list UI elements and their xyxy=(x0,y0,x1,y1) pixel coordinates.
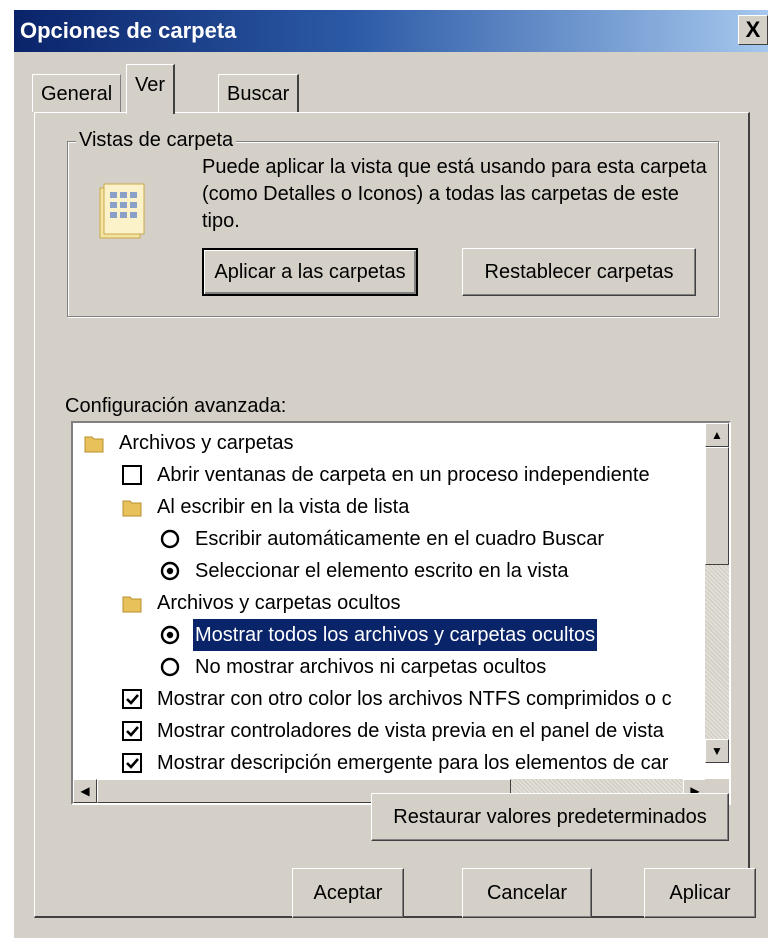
checkbox-unchecked-icon[interactable] xyxy=(121,464,143,486)
tree-row-label: Al escribir en la vista de lista xyxy=(157,496,410,518)
tree-row-label: Mostrar todos los archivos y carpetas oc… xyxy=(191,618,599,652)
view-tab-panel: Vistas de carpeta Puede aplicar la vista… xyxy=(34,112,750,918)
folder-views-description: Puede aplicar la vista que está usando p… xyxy=(202,156,707,232)
scroll-left-button[interactable]: ◀ xyxy=(73,779,97,803)
tree-row-label: Abrir ventanas de carpeta en un proceso … xyxy=(157,464,650,486)
window-title: Opciones de carpeta xyxy=(20,18,237,43)
tree-row-label: Mostrar descripción emergente para los e… xyxy=(157,752,669,774)
tree-row-label: Escribir automáticamente en el cuadro Bu… xyxy=(195,528,605,550)
apply-button[interactable]: Aplicar xyxy=(644,868,756,918)
folder-views-group: Vistas de carpeta Puede aplicar la vista… xyxy=(67,129,719,317)
tree-row-label: Seleccionar el elemento escrito en la vi… xyxy=(195,560,569,582)
ok-button[interactable]: Aceptar xyxy=(292,868,404,918)
folder-view-icon xyxy=(99,183,145,239)
cancel-button[interactable]: Cancelar xyxy=(462,868,592,918)
checkbox-checked-icon[interactable] xyxy=(121,752,143,774)
radio-unselected-icon[interactable] xyxy=(159,528,181,550)
title-bar[interactable]: Opciones de carpeta X xyxy=(14,10,768,52)
tree-row-label: No mostrar archivos ni carpetas ocultos xyxy=(195,656,547,678)
scroll-up-button[interactable]: ▲ xyxy=(705,423,729,447)
checkbox-checked-icon[interactable] xyxy=(121,688,143,710)
advanced-settings-label: Configuración avanzada: xyxy=(65,395,287,417)
vertical-scrollbar[interactable]: ▲ ▼ xyxy=(705,423,729,763)
tree-row-label: Mostrar controladores de vista previa en… xyxy=(157,720,664,742)
apply-to-folders-button[interactable]: Aplicar a las carpetas xyxy=(202,248,418,296)
checkbox-checked-icon[interactable] xyxy=(121,720,143,742)
radio-selected-icon[interactable] xyxy=(159,560,181,582)
folder-icon xyxy=(84,436,104,453)
folder-icon xyxy=(122,500,142,517)
restore-defaults-button[interactable]: Restaurar valores predeterminados xyxy=(371,793,729,841)
reset-folders-button[interactable]: Restablecer carpetas xyxy=(462,248,696,296)
radio-unselected-icon[interactable] xyxy=(159,656,181,678)
tree-row-label: Archivos y carpetas ocultos xyxy=(157,592,401,614)
tab-general[interactable]: General xyxy=(32,74,122,112)
folder-options-dialog: General Ver Buscar Vistas de carpeta Pue… xyxy=(14,52,768,938)
radio-selected-icon[interactable] xyxy=(159,624,181,646)
folder-views-legend: Vistas de carpeta xyxy=(76,129,237,152)
scroll-down-button[interactable]: ▼ xyxy=(705,739,729,763)
advanced-settings-list[interactable]: Archivos y carpetas Abrir ventanas de car… xyxy=(71,421,731,805)
close-button[interactable]: X xyxy=(738,15,768,45)
tab-ver[interactable]: Ver xyxy=(126,64,176,114)
tree-row-label: Archivos y carpetas xyxy=(119,432,294,454)
tree-row-label: Mostrar con otro color los archivos NTFS… xyxy=(157,688,672,710)
folder-icon xyxy=(122,596,142,613)
tab-buscar[interactable]: Buscar xyxy=(218,74,300,112)
vertical-scroll-thumb[interactable] xyxy=(705,447,729,565)
